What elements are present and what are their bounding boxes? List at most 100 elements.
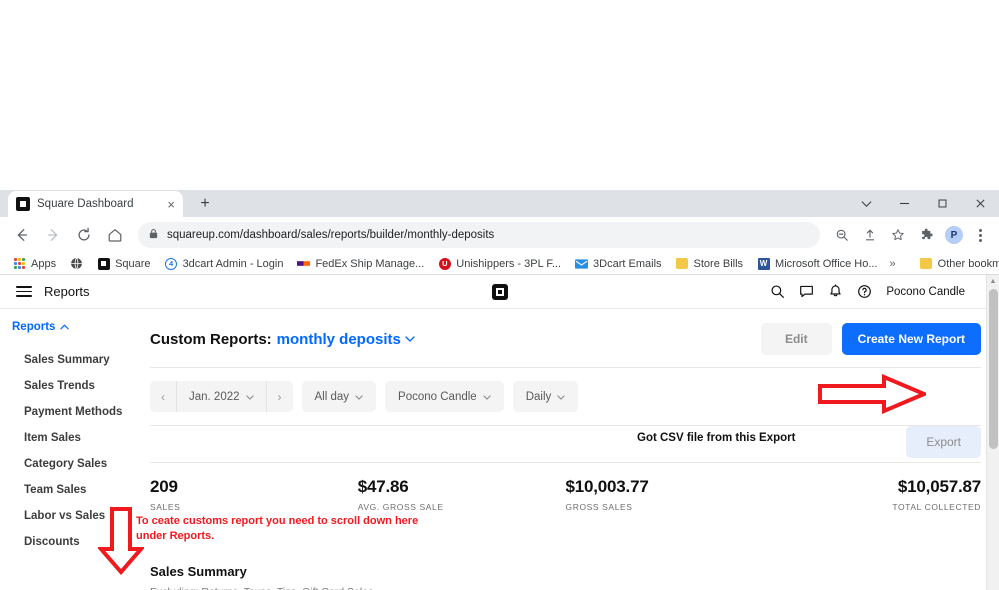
square-favicon: [16, 197, 30, 211]
address-bar[interactable]: squareup.com/dashboard/sales/reports/bui…: [138, 222, 820, 248]
page-title: Reports: [44, 284, 90, 299]
scrollbar-thumb[interactable]: [989, 289, 998, 449]
bookmark-square[interactable]: Square: [91, 255, 156, 272]
bookmark-globe[interactable]: [64, 255, 89, 272]
hamburger-menu-icon[interactable]: [16, 286, 32, 297]
kpi-label: TOTAL COLLECTED: [773, 502, 981, 512]
location-dropdown[interactable]: Pocono Candle: [385, 381, 504, 412]
page-body: Reports Sales Summary Sales Trends Payme…: [0, 309, 999, 590]
sidebar-item-payment-methods[interactable]: Payment Methods: [12, 399, 150, 425]
lock-icon: [148, 226, 159, 244]
chevron-down-icon[interactable]: [405, 333, 415, 345]
time-of-day-dropdown[interactable]: All day: [302, 381, 377, 412]
square-logo: [492, 284, 508, 300]
sales-summary-subtitle: Excluding: Returns, Taxes, Tips, Gift Ca…: [150, 586, 981, 590]
profile-avatar[interactable]: P: [941, 222, 967, 248]
bookmarks-overflow-icon[interactable]: »: [886, 258, 900, 270]
kpi-label: AVG. GROSS SALE: [358, 502, 566, 512]
account-name[interactable]: Pocono Candle: [886, 286, 965, 298]
bookmark-unishippers[interactable]: U Unishippers - 3PL F...: [432, 255, 567, 272]
custom-reports-header: Custom Reports: monthly deposits Edit Cr…: [150, 309, 981, 367]
browser-menu-icon[interactable]: [969, 222, 991, 248]
sidebar-item-category-sales[interactable]: Category Sales: [12, 451, 150, 477]
create-new-report-button[interactable]: Create New Report: [842, 323, 981, 355]
square-favicon: [97, 257, 110, 270]
maximize-icon[interactable]: [923, 190, 961, 217]
annotation-scroll-note-line2: under Reports.: [136, 529, 418, 544]
bookmark-label: 3dcart Admin - Login: [183, 258, 284, 270]
chevron-up-icon: [60, 321, 69, 333]
bookmark-label: FedEx Ship Manage...: [315, 258, 424, 270]
zoom-out-icon[interactable]: [829, 222, 855, 248]
share-icon[interactable]: [857, 222, 883, 248]
close-window-icon[interactable]: [961, 190, 999, 217]
annotation-scroll-note-line1: To ceate customs report you need to scro…: [136, 514, 418, 529]
bookmark-3dcart-emails[interactable]: 3Dcart Emails: [569, 255, 667, 272]
sidebar-item-labor-vs-sales[interactable]: Labor vs Sales: [12, 503, 150, 529]
forward-button[interactable]: [39, 221, 67, 249]
message-icon[interactable]: [799, 284, 814, 299]
granularity-dropdown[interactable]: Daily: [513, 381, 579, 412]
puzzle-icon[interactable]: [913, 222, 939, 248]
bookmark-label: Store Bills: [694, 258, 744, 270]
kpi-row: 209 SALES $47.86 AVG. GROSS SALE $10,003…: [150, 463, 981, 512]
bookmark-3dcart-admin[interactable]: 4 3dcart Admin - Login: [159, 255, 290, 272]
annotation-scroll-note: To ceate customs report you need to scro…: [136, 514, 418, 544]
granularity-value: Daily: [526, 391, 552, 403]
edit-button[interactable]: Edit: [761, 323, 832, 355]
export-button[interactable]: Export: [906, 426, 981, 458]
previous-period-button[interactable]: ‹: [150, 381, 176, 412]
unishippers-icon: U: [438, 257, 451, 270]
chevron-down-icon: [355, 392, 363, 402]
folder-icon: [920, 257, 933, 270]
sidebar-item-item-sales[interactable]: Item Sales: [12, 425, 150, 451]
bookmarks-bar: Apps Square 4 3dcart Admin - Login: [0, 253, 999, 275]
browser-toolbar: squareup.com/dashboard/sales/reports/bui…: [0, 217, 999, 253]
sidebar-item-sales-summary[interactable]: Sales Summary: [12, 347, 150, 373]
bookmark-apps[interactable]: Apps: [7, 255, 62, 272]
chevron-down-icon: [246, 392, 254, 402]
bell-icon[interactable]: [828, 284, 843, 299]
help-icon[interactable]: [857, 284, 872, 299]
new-tab-button[interactable]: +: [193, 192, 217, 216]
kpi-value: $47.86: [358, 477, 566, 497]
back-button[interactable]: [8, 221, 36, 249]
url-text: squareup.com/dashboard/sales/reports/bui…: [167, 229, 494, 241]
report-name-selector[interactable]: monthly deposits: [277, 331, 401, 348]
kpi-label: SALES: [150, 502, 358, 512]
time-of-day-value: All day: [315, 391, 350, 403]
minimize-icon[interactable]: [885, 190, 923, 217]
browser-tab[interactable]: Square Dashboard ×: [8, 191, 183, 217]
next-period-button[interactable]: ›: [267, 381, 293, 412]
kpi-label: GROSS SALES: [566, 502, 774, 512]
bookmark-microsoft-office[interactable]: W Microsoft Office Ho...: [751, 255, 884, 272]
omnibox-actions: P: [829, 222, 991, 248]
word-icon: W: [757, 257, 770, 270]
star-icon[interactable]: [885, 222, 911, 248]
other-bookmarks[interactable]: Other bookmarks: [914, 255, 999, 272]
page-scrollbar[interactable]: ▲: [986, 275, 999, 590]
sidebar-section-reports[interactable]: Reports: [12, 321, 150, 333]
bookmark-label: Square: [115, 258, 150, 270]
kpi-value: $10,003.77: [566, 477, 774, 497]
period-dropdown[interactable]: Jan. 2022: [177, 381, 266, 412]
sidebar-section-label: Reports: [12, 321, 55, 333]
scroll-up-arrow-icon[interactable]: ▲: [987, 275, 999, 288]
home-button[interactable]: [101, 221, 129, 249]
chevron-down-icon: [483, 392, 491, 402]
search-icon[interactable]: [770, 284, 785, 299]
report-actions: Edit Create New Report: [761, 323, 981, 355]
sidebar-item-team-sales[interactable]: Team Sales: [12, 477, 150, 503]
sidebar-item-discounts[interactable]: Discounts: [12, 529, 150, 555]
close-tab-icon[interactable]: ×: [167, 198, 175, 211]
fedex-icon: [297, 257, 310, 270]
bookmark-store-bills[interactable]: Store Bills: [670, 255, 750, 272]
bookmark-fedex[interactable]: FedEx Ship Manage...: [291, 255, 430, 272]
blank-area-above-window: [0, 0, 999, 190]
sidebar-item-sales-trends[interactable]: Sales Trends: [12, 373, 150, 399]
kpi-avg-gross-sale: $47.86 AVG. GROSS SALE: [358, 477, 566, 512]
filter-bar: ‹ Jan. 2022 › Al: [150, 368, 981, 425]
app-header: Reports Pocono Candle: [0, 275, 999, 309]
reload-button[interactable]: [70, 221, 98, 249]
chevron-down-icon[interactable]: [847, 190, 885, 217]
